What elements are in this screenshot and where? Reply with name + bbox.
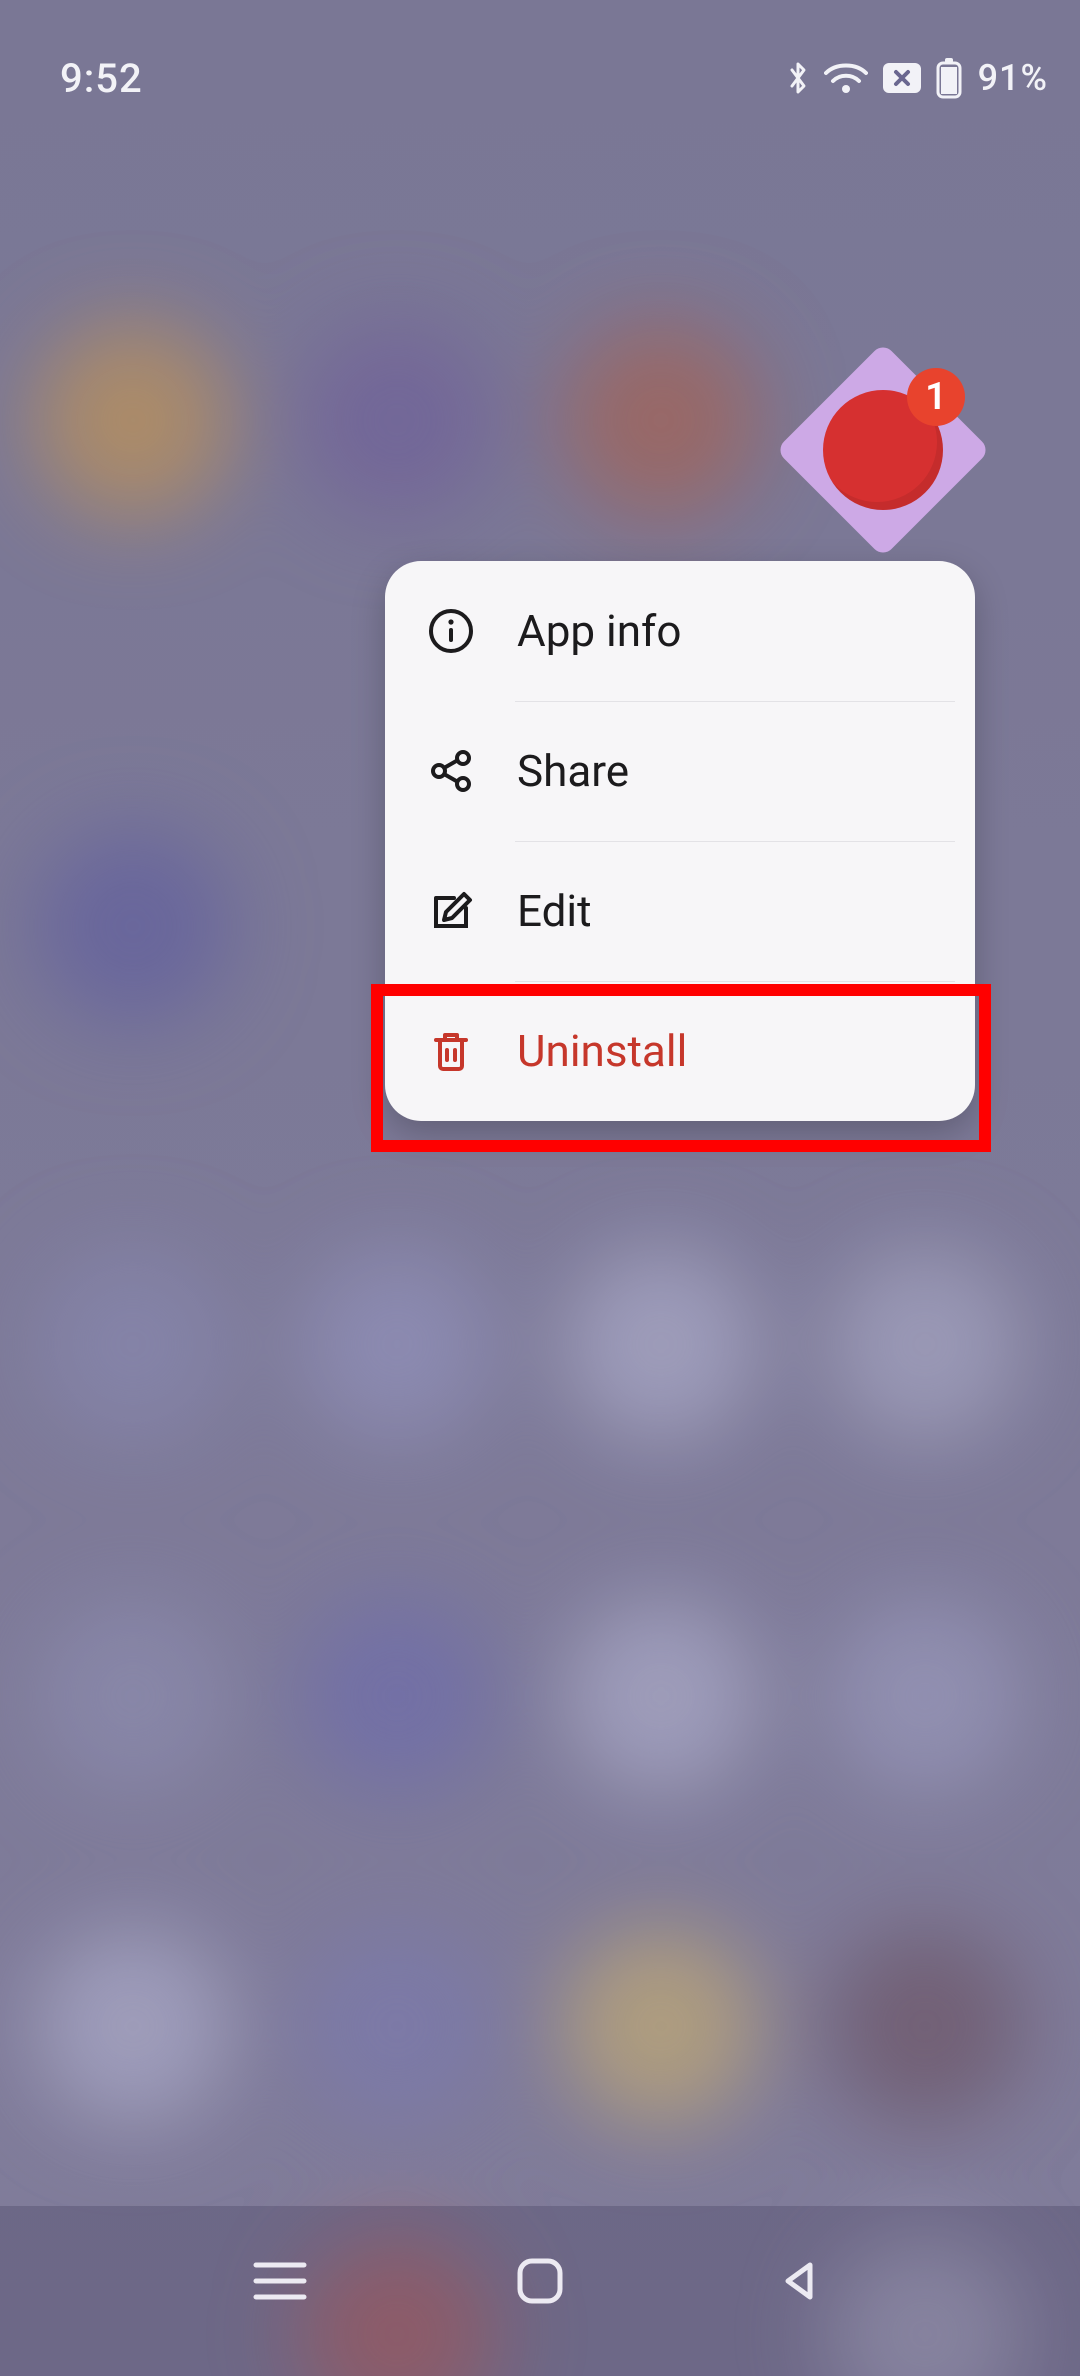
app-context-menu: App info Share Edit Uninstall (385, 561, 975, 1121)
menu-label: Edit (517, 885, 592, 937)
menu-item-share[interactable]: Share (385, 701, 975, 841)
share-icon (427, 747, 475, 795)
back-icon (776, 2257, 824, 2305)
menu-label: Share (517, 745, 629, 797)
menu-item-uninstall[interactable]: Uninstall (385, 981, 975, 1121)
nav-home-button[interactable] (500, 2241, 580, 2321)
menu-item-edit[interactable]: Edit (385, 841, 975, 981)
bluetooth-icon (786, 58, 810, 98)
navigation-bar (0, 2206, 1080, 2376)
wifi-icon (824, 61, 868, 95)
status-bar: 9:52 91% (0, 0, 1080, 110)
menu-label: Uninstall (517, 1025, 687, 1077)
menu-label: App info (517, 605, 681, 657)
info-icon (427, 607, 475, 655)
menu-item-app-info[interactable]: App info (385, 561, 975, 701)
sim-icon (882, 62, 922, 94)
nav-back-button[interactable] (760, 2241, 840, 2321)
trash-icon (427, 1027, 475, 1075)
home-screen-long-press: 9:52 91% 1 App info Share (0, 0, 1080, 2376)
home-icon (514, 2255, 566, 2307)
blurred-wallpaper (0, 0, 1080, 2376)
status-time: 9:52 (60, 55, 143, 102)
battery-percent: 91% (978, 57, 1048, 99)
edit-icon (427, 887, 475, 935)
nav-recents-button[interactable] (240, 2241, 320, 2321)
recents-icon (252, 2259, 308, 2303)
notification-badge: 1 (907, 368, 965, 426)
battery-icon (936, 57, 962, 99)
app-icon[interactable]: 1 (807, 374, 959, 526)
status-icons: 91% (786, 57, 1048, 99)
